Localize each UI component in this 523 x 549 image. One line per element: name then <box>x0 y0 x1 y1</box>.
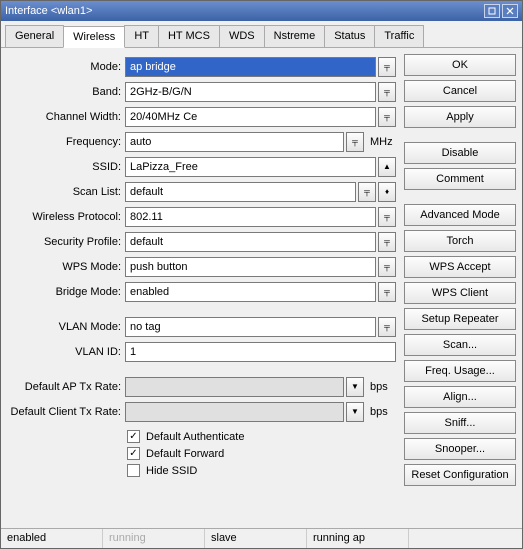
security-profile-select[interactable]: default <box>125 232 376 252</box>
wireless-protocol-dropdown-icon[interactable]: ╤ <box>378 207 396 227</box>
window-title: Interface <wlan1> <box>5 5 482 17</box>
scan-list-select[interactable]: default <box>125 182 356 202</box>
tab-general[interactable]: General <box>5 25 64 47</box>
apply-button[interactable]: Apply <box>404 106 516 128</box>
default-client-tx-label: Default Client Tx Rate: <box>7 406 125 418</box>
bridge-mode-select[interactable]: enabled <box>125 282 376 302</box>
default-ap-tx-input[interactable] <box>125 377 344 397</box>
hide-ssid-label: Hide SSID <box>146 465 197 477</box>
channel-width-select[interactable]: 20/40MHz Ce <box>125 107 376 127</box>
setup-repeater-button[interactable]: Setup Repeater <box>404 308 516 330</box>
channel-width-dropdown-icon[interactable]: ╤ <box>378 107 396 127</box>
frequency-select[interactable]: auto <box>125 132 344 152</box>
default-ap-tx-unit: bps <box>366 381 396 393</box>
sniff-button[interactable]: Sniff... <box>404 412 516 434</box>
tab-nstreme[interactable]: Nstreme <box>264 25 326 47</box>
disable-button[interactable]: Disable <box>404 142 516 164</box>
checkbox-group: ✓ Default Authenticate ✓ Default Forward… <box>7 430 396 477</box>
wps-mode-select[interactable]: push button <box>125 257 376 277</box>
body: Mode: ap bridge ╤ Band: 2GHz-B/G/N ╤ Cha… <box>1 48 522 528</box>
default-authenticate-checkbox[interactable]: ✓ <box>127 430 140 443</box>
channel-width-label: Channel Width: <box>7 111 125 123</box>
scan-list-add-icon[interactable]: ♦ <box>378 182 396 202</box>
tab-strip: General Wireless HT HT MCS WDS Nstreme S… <box>1 21 522 48</box>
advanced-mode-button[interactable]: Advanced Mode <box>404 204 516 226</box>
tab-traffic[interactable]: Traffic <box>374 25 424 47</box>
wireless-protocol-label: Wireless Protocol: <box>7 211 125 223</box>
mode-label: Mode: <box>7 61 125 73</box>
cancel-button[interactable]: Cancel <box>404 80 516 102</box>
status-running-ap: running ap <box>307 529 409 548</box>
wps-mode-dropdown-icon[interactable]: ╤ <box>378 257 396 277</box>
align-button[interactable]: Align... <box>404 386 516 408</box>
default-client-tx-input[interactable] <box>125 402 344 422</box>
bridge-mode-dropdown-icon[interactable]: ╤ <box>378 282 396 302</box>
titlebar[interactable]: Interface <wlan1> <box>1 1 522 21</box>
mode-select[interactable]: ap bridge <box>125 57 376 77</box>
hide-ssid-checkbox[interactable] <box>127 464 140 477</box>
wps-client-button[interactable]: WPS Client <box>404 282 516 304</box>
content: General Wireless HT HT MCS WDS Nstreme S… <box>1 21 522 548</box>
tab-wds[interactable]: WDS <box>219 25 265 47</box>
tab-ht[interactable]: HT <box>124 25 159 47</box>
statusbar: enabled running slave running ap <box>1 528 522 548</box>
side-buttons: OK Cancel Apply Disable Comment Advanced… <box>404 54 516 528</box>
tab-status[interactable]: Status <box>324 25 375 47</box>
vlan-mode-select[interactable]: no tag <box>125 317 376 337</box>
minimize-icon[interactable] <box>484 4 500 18</box>
security-profile-label: Security Profile: <box>7 236 125 248</box>
frequency-label: Frequency: <box>7 136 125 148</box>
mode-dropdown-icon[interactable]: ╤ <box>378 57 396 77</box>
wps-mode-label: WPS Mode: <box>7 261 125 273</box>
frequency-dropdown-icon[interactable]: ╤ <box>346 132 364 152</box>
status-slave: slave <box>205 529 307 548</box>
vlan-mode-label: VLAN Mode: <box>7 321 125 333</box>
vlan-id-label: VLAN ID: <box>7 346 125 358</box>
frequency-unit: MHz <box>366 136 396 148</box>
default-ap-tx-expand-icon[interactable]: ▼ <box>346 377 364 397</box>
tab-wireless[interactable]: Wireless <box>63 26 125 48</box>
ok-button[interactable]: OK <box>404 54 516 76</box>
band-label: Band: <box>7 86 125 98</box>
band-dropdown-icon[interactable]: ╤ <box>378 82 396 102</box>
default-client-tx-unit: bps <box>366 406 396 418</box>
vlan-id-input[interactable]: 1 <box>125 342 396 362</box>
torch-button[interactable]: Torch <box>404 230 516 252</box>
comment-button[interactable]: Comment <box>404 168 516 190</box>
scan-button[interactable]: Scan... <box>404 334 516 356</box>
security-profile-dropdown-icon[interactable]: ╤ <box>378 232 396 252</box>
snooper-button[interactable]: Snooper... <box>404 438 516 460</box>
scan-list-label: Scan List: <box>7 186 125 198</box>
wps-accept-button[interactable]: WPS Accept <box>404 256 516 278</box>
tab-ht-mcs[interactable]: HT MCS <box>158 25 220 47</box>
default-forward-label: Default Forward <box>146 448 224 460</box>
bridge-mode-label: Bridge Mode: <box>7 286 125 298</box>
close-icon[interactable] <box>502 4 518 18</box>
default-client-tx-expand-icon[interactable]: ▼ <box>346 402 364 422</box>
status-running: running <box>103 529 205 548</box>
freq-usage-button[interactable]: Freq. Usage... <box>404 360 516 382</box>
status-enabled: enabled <box>1 529 103 548</box>
reset-config-button[interactable]: Reset Configuration <box>404 464 516 486</box>
default-authenticate-label: Default Authenticate <box>146 431 244 443</box>
form-area: Mode: ap bridge ╤ Band: 2GHz-B/G/N ╤ Cha… <box>7 54 396 528</box>
vlan-mode-dropdown-icon[interactable]: ╤ <box>378 317 396 337</box>
default-ap-tx-label: Default AP Tx Rate: <box>7 381 125 393</box>
interface-window: Interface <wlan1> General Wireless HT HT… <box>0 0 523 549</box>
band-select[interactable]: 2GHz-B/G/N <box>125 82 376 102</box>
scan-list-dropdown-icon[interactable]: ╤ <box>358 182 376 202</box>
ssid-collapse-icon[interactable]: ▲ <box>378 157 396 177</box>
status-extra <box>409 529 522 548</box>
wireless-protocol-select[interactable]: 802.11 <box>125 207 376 227</box>
default-forward-checkbox[interactable]: ✓ <box>127 447 140 460</box>
ssid-input[interactable]: LaPizza_Free <box>125 157 376 177</box>
ssid-label: SSID: <box>7 161 125 173</box>
